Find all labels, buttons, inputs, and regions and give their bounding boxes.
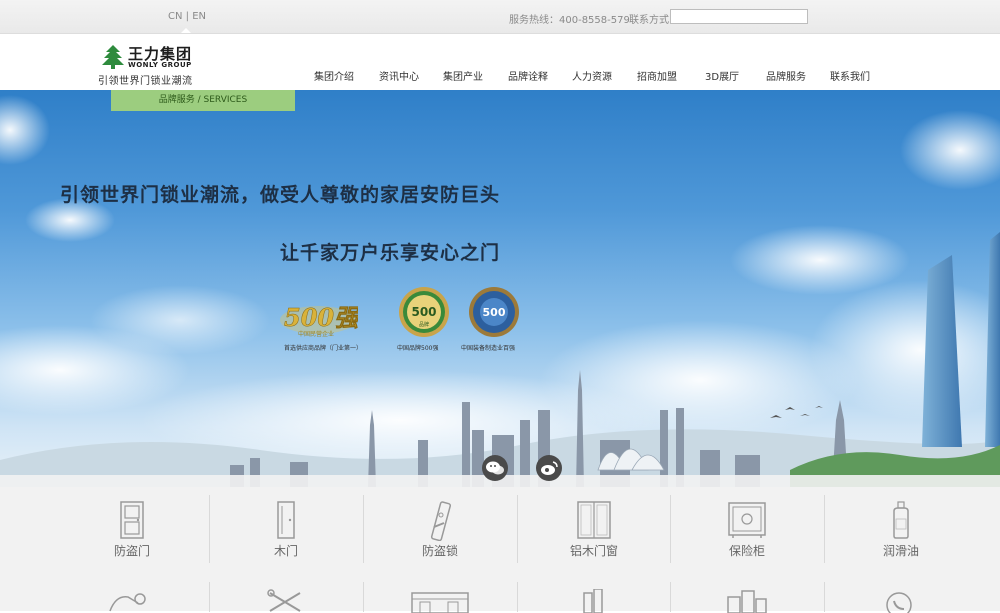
wooden-door-icon (277, 501, 295, 539)
nav-item-brand-service[interactable]: 品牌服务 (766, 68, 806, 83)
divider (363, 582, 364, 612)
product-label: 润滑油 (882, 544, 919, 558)
nav-item-group-intro[interactable]: 集团介绍 (314, 68, 354, 83)
divider (209, 582, 210, 612)
contact-input[interactable] (670, 9, 808, 24)
logo[interactable]: 王力集团 WONLY GROUP 引领世界门锁业潮流 (98, 43, 208, 87)
building-icon (583, 589, 603, 613)
badge3-logo-text: 500 (483, 306, 506, 319)
product-wooden-door[interactable]: 木门 (209, 487, 363, 577)
logo-tree-icon (102, 45, 124, 69)
logo-slogan: 引领世界门锁业潮流 (98, 76, 193, 87)
nav-item-franchise[interactable]: 招商加盟 (637, 68, 677, 83)
oil-bottle-icon (893, 501, 909, 539)
nav-item-hr[interactable]: 人力资源 (572, 68, 612, 83)
nav-item-news[interactable]: 资讯中心 (379, 68, 419, 83)
badge3-caption: 中国装备制造业百强 (461, 345, 516, 352)
contact-label: 联系方式 (629, 15, 669, 26)
product-label: 保险柜 (728, 544, 765, 558)
badge2-caption: 中国品牌500强 (397, 345, 439, 352)
product-window[interactable]: 铝木门窗 (517, 487, 671, 577)
product-lock[interactable]: 防盗锁 (363, 487, 517, 577)
weibo-icon (541, 461, 558, 475)
product-label: 防盗门 (113, 544, 150, 558)
nav-item-brand[interactable]: 品牌诠释 (508, 68, 548, 83)
safe-icon (728, 502, 766, 538)
badge1-caption: 首选供应商品牌（门业第一） (284, 345, 363, 352)
divider (517, 582, 518, 612)
divider (824, 582, 825, 612)
lang-cn-link[interactable]: CN (168, 11, 182, 22)
product-safe[interactable]: 保险柜 (670, 487, 824, 577)
lang-en-link[interactable]: EN (192, 11, 206, 22)
nav-item-3d-hall[interactable]: 3D展厅 (705, 68, 739, 83)
logo-name-en: WONLY GROUP (128, 61, 192, 69)
wrench-icon (267, 589, 301, 612)
window-icon (577, 501, 611, 539)
service-hotline: 服务热线：400-8558-579 (509, 15, 630, 26)
product-categories: 防盗门 木门 防盗锁 铝木门窗 保险柜 润滑油 (0, 487, 1000, 613)
phone-icon (886, 592, 912, 613)
award-500-strong-badge-icon: 500强 中国民营企业 (280, 303, 358, 338)
badge2-logo-text: 500 (411, 305, 436, 319)
product-label: 防盗锁 (421, 544, 458, 558)
nav-item-contact[interactable]: 联系我们 (830, 68, 870, 83)
award-badges: 500强 中国民营企业 首选供应商品牌（门业第一） 500 品牌 中国品牌500… (0, 90, 1000, 487)
lock-icon (430, 501, 452, 541)
lang-caret (181, 28, 191, 33)
language-switcher: CN | EN (168, 11, 206, 22)
badge1-sub-text: 中国民营企业 (298, 330, 334, 338)
city-icon (727, 590, 767, 613)
lang-separator: | (182, 11, 193, 22)
award-manufacturing-100-badge-icon: 500 (469, 287, 519, 337)
product-lubricant[interactable]: 润滑油 (824, 487, 978, 577)
top-bar: CN | EN 服务热线：400-8558-579 联系方式 (0, 0, 1000, 34)
hero-banner: 品牌服务 / SERVICES 引领世界门锁业潮流，做受人尊敬的家居安防巨头 让… (0, 90, 1000, 487)
header: 王力集团 WONLY GROUP 引领世界门锁业潮流 集团介绍 资讯中心 集团产… (0, 34, 1000, 90)
weibo-button[interactable] (536, 455, 562, 481)
nav-item-industry[interactable]: 集团产业 (443, 68, 483, 83)
service-tools-icon (109, 593, 146, 612)
divider (670, 582, 671, 612)
breadcrumb: 品牌服务 / SERVICES (111, 90, 295, 111)
product-label: 铝木门窗 (569, 544, 618, 558)
badge2-sub-text: 品牌 (419, 321, 429, 328)
product-label: 木门 (273, 544, 298, 558)
badge1-logo-text: 500强 (284, 303, 358, 332)
award-brand-500-badge-icon: 500 品牌 (399, 287, 449, 337)
wechat-button[interactable] (482, 455, 508, 481)
store-icon (411, 592, 469, 613)
wechat-icon (486, 461, 504, 475)
product-security-door[interactable]: 防盗门 (55, 487, 209, 577)
security-door-icon (120, 501, 144, 539)
